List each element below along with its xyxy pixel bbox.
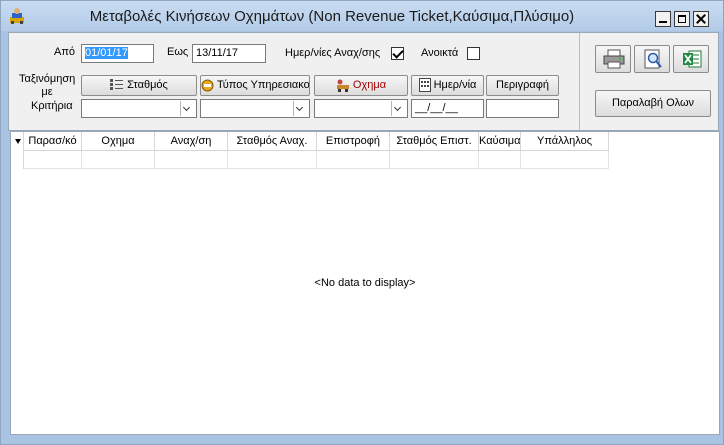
printer-icon: [603, 49, 625, 69]
filter-cell[interactable]: [317, 151, 390, 169]
preview-button[interactable]: [634, 45, 670, 73]
title-bar[interactable]: Μεταβολές Κινήσεων Οχημάτων (Non Revenue…: [1, 1, 723, 31]
filter-cell[interactable]: [390, 151, 479, 169]
column-header-fuel[interactable]: Καύσιμα: [479, 132, 521, 151]
station-icon: [110, 79, 124, 91]
to-label: Εως: [167, 46, 189, 58]
column-header-departure-station[interactable]: Σταθμός Αναχ.: [228, 132, 317, 151]
service-type-icon: [201, 79, 214, 92]
minimize-button[interactable]: [655, 11, 671, 27]
excel-icon: [683, 50, 702, 68]
from-date-input[interactable]: 01/01/17: [81, 44, 154, 63]
column-header-vehicle[interactable]: Οχημα: [82, 132, 155, 151]
description-criteria-input[interactable]: [486, 99, 559, 118]
criteria-label: Κριτήρια: [31, 100, 73, 112]
magnifier-icon: [644, 49, 662, 69]
vehicle-icon: [336, 79, 349, 92]
close-button[interactable]: [693, 11, 709, 27]
filter-panel: Από 01/01/17 Εως 13/11/17 Ημερ/νίες Αναχ…: [8, 32, 719, 131]
filter-cell[interactable]: [521, 151, 609, 169]
column-header-employee[interactable]: Υπάλληλος: [521, 132, 609, 151]
filter-cell[interactable]: [24, 151, 82, 169]
from-label: Από: [54, 46, 76, 58]
filter-cell[interactable]: [82, 151, 155, 169]
vehicle-criteria-combo[interactable]: [314, 99, 408, 118]
service-type-criteria-combo[interactable]: [200, 99, 310, 118]
column-header-return[interactable]: Επιστροφή: [317, 132, 390, 151]
chevron-down-icon[interactable]: [293, 101, 308, 116]
app-icon: [10, 8, 24, 24]
main-window: Μεταβολές Κινήσεων Οχημάτων (Non Revenue…: [0, 0, 724, 445]
sort-service-type-label: Τύπος Υπηρεσιακού: [217, 79, 310, 91]
chevron-down-icon[interactable]: [180, 101, 195, 116]
sort-vehicle-button[interactable]: Οχημα: [314, 75, 408, 96]
return-days-checkbox[interactable]: [391, 47, 404, 60]
excel-export-button[interactable]: [673, 45, 709, 73]
empty-grid-message: <No data to display>: [314, 277, 416, 289]
sort-date-button[interactable]: Ημερ/νία: [411, 75, 484, 96]
column-header-return-station[interactable]: Σταθμός Επιστ.: [390, 132, 479, 151]
maximize-button[interactable]: [674, 11, 690, 27]
open-checkbox[interactable]: [467, 47, 480, 60]
chevron-down-icon[interactable]: [391, 101, 406, 116]
calendar-icon: [418, 78, 431, 93]
print-button[interactable]: [595, 45, 631, 73]
sort-service-type-button[interactable]: Τύπος Υπηρεσιακού: [200, 75, 310, 96]
sort-description-button[interactable]: Περιγραφή: [486, 75, 559, 96]
sort-description-label: Περιγραφή: [496, 79, 549, 91]
filter-cell[interactable]: [228, 151, 317, 169]
open-label: Ανοικτά: [421, 47, 459, 59]
from-date-value: 01/01/17: [85, 47, 128, 59]
sort-vehicle-label: Οχημα: [352, 79, 387, 91]
return-days-label: Ημερ/νίες Αναχ/σης: [285, 47, 381, 59]
data-grid[interactable]: Παρασ/κό Οχημα Αναχ/ση Σταθμός Αναχ. Επι…: [10, 131, 720, 435]
filter-cell[interactable]: [155, 151, 228, 169]
sort-station-label: Σταθμός: [127, 79, 168, 91]
column-header-param[interactable]: Παρασ/κό: [24, 132, 82, 151]
window-title: Μεταβολές Κινήσεων Οχημάτων (Non Revenue…: [89, 8, 575, 25]
station-criteria-combo[interactable]: [81, 99, 197, 118]
to-date-input[interactable]: 13/11/17: [192, 44, 266, 63]
column-header-departure[interactable]: Αναχ/ση: [155, 132, 228, 151]
row-indicator-icon[interactable]: [11, 132, 24, 169]
filter-cell[interactable]: [479, 151, 521, 169]
date-criteria-input[interactable]: __/__/__: [411, 99, 484, 118]
sort-label: Ταξινόμηση με: [19, 73, 76, 98]
actions-panel: Παραλαβή Ολων: [579, 33, 719, 130]
receive-all-button[interactable]: Παραλαβή Ολων: [595, 90, 711, 117]
sort-station-button[interactable]: Σταθμός: [81, 75, 197, 96]
sort-date-label: Ημερ/νία: [433, 79, 477, 91]
